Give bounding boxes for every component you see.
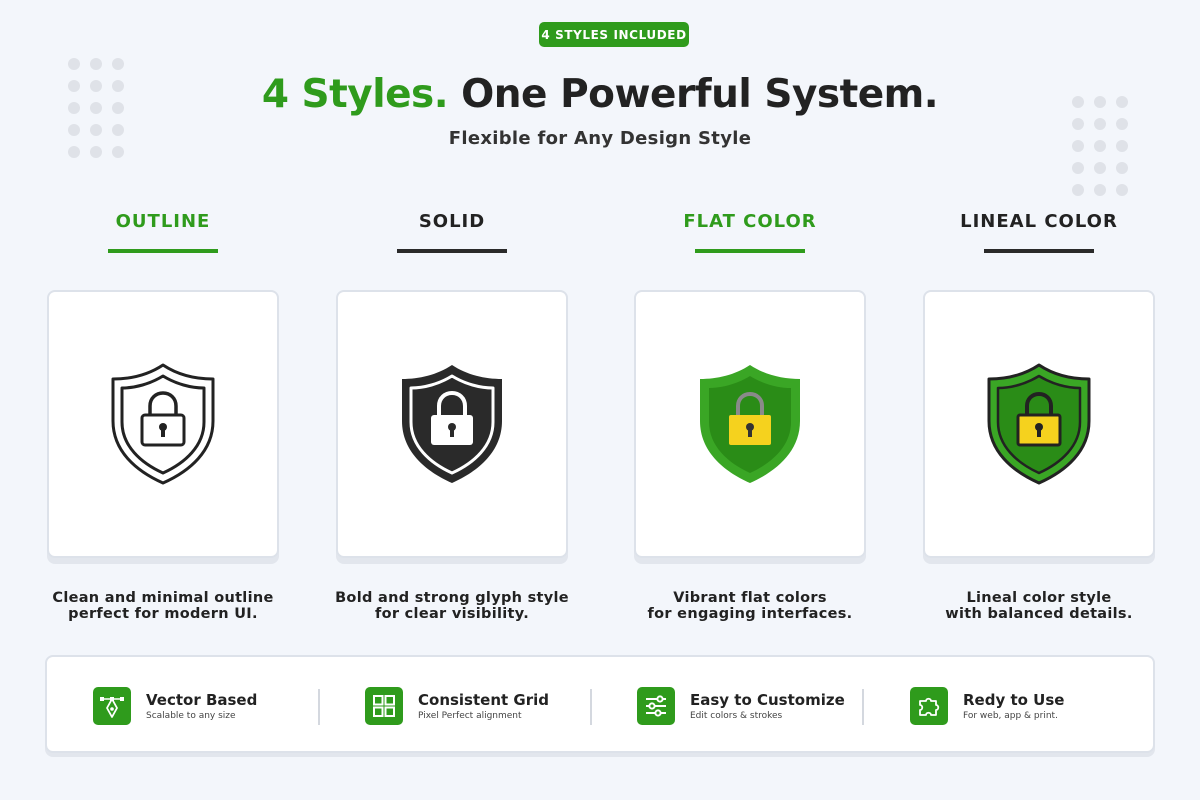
headline-accent: 4 Styles.	[261, 72, 449, 117]
feature-easy-to-customize: Easy to Customize Edit colors & strokes	[637, 687, 845, 725]
style-description-solid: Bold and strong glyph style for clear vi…	[322, 590, 582, 622]
shield-lock-outline-icon	[111, 363, 215, 485]
style-description-line: Bold and strong glyph style	[335, 590, 569, 606]
feature-consistent-grid: Consistent Grid Pixel Perfect alignment	[365, 687, 549, 725]
style-header-solid: SOLID	[336, 210, 568, 253]
styles-included-badge: 4 STYLES INCLUDED	[539, 22, 689, 47]
style-description-lineal-color: Lineal color style with balanced details…	[909, 590, 1169, 622]
page-subheading: Flexible for Any Design Style	[448, 128, 752, 149]
feature-subtitle: Scalable to any size	[146, 711, 236, 721]
pen-tool-icon	[93, 687, 131, 725]
style-title-outline: OUTLINE	[115, 211, 211, 232]
style-description-flat-color: Vibrant flat colors for engaging interfa…	[620, 590, 880, 622]
feature-separator	[862, 689, 864, 725]
style-header-outline: OUTLINE	[47, 210, 279, 253]
style-title-lineal-color: LINEAL COLOR	[960, 211, 1118, 232]
puzzle-icon	[910, 687, 948, 725]
features-bar: Vector Based Scalable to any size Consis…	[45, 655, 1155, 753]
style-description-line: with balanced details.	[945, 606, 1133, 622]
feature-subtitle: Edit colors & strokes	[690, 711, 783, 721]
style-description-line: Clean and minimal outline	[52, 590, 274, 606]
feature-title: Consistent Grid	[418, 691, 549, 709]
style-underline-outline	[108, 249, 218, 253]
sliders-icon	[637, 687, 675, 725]
style-header-flat-color: FLAT COLOR	[634, 210, 866, 253]
style-underline-solid	[397, 249, 507, 253]
feature-title: Redy to Use	[963, 691, 1065, 709]
card-outline	[47, 290, 279, 558]
feature-title: Easy to Customize	[690, 691, 845, 709]
style-description-line: for engaging interfaces.	[647, 606, 853, 622]
feature-subtitle: Pixel Perfect alignment	[418, 711, 522, 721]
style-description-line: Vibrant flat colors	[673, 590, 827, 606]
style-description-outline: Clean and minimal outline perfect for mo…	[33, 590, 293, 622]
style-header-lineal-color: LINEAL COLOR	[923, 210, 1155, 253]
feature-subtitle: For web, app & print.	[963, 711, 1058, 721]
card-lineal-color	[923, 290, 1155, 558]
feature-title: Vector Based	[146, 691, 258, 709]
style-title-flat-color: FLAT COLOR	[683, 211, 817, 232]
feature-vector-based: Vector Based Scalable to any size	[93, 687, 257, 725]
headline-rest: One Powerful System.	[448, 72, 939, 117]
style-title-solid: SOLID	[418, 211, 486, 232]
shield-lock-solid-icon	[402, 365, 502, 483]
feature-separator	[318, 689, 320, 725]
style-underline-flat-color	[695, 249, 805, 253]
shield-lock-lineal-color-icon	[987, 363, 1091, 485]
feature-ready-to-use: Redy to Use For web, app & print.	[910, 687, 1064, 725]
feature-separator	[590, 689, 592, 725]
page-headline: 4 Styles. One Powerful System.	[0, 72, 1200, 117]
style-description-line: for clear visibility.	[374, 606, 530, 622]
style-underline-lineal-color	[984, 249, 1094, 253]
card-flat-color	[634, 290, 866, 558]
style-description-line: perfect for modern UI.	[68, 606, 258, 622]
card-solid	[336, 290, 568, 558]
shield-lock-flat-color-icon	[700, 365, 800, 483]
style-description-line: Lineal color style	[966, 590, 1112, 606]
grid-icon	[365, 687, 403, 725]
